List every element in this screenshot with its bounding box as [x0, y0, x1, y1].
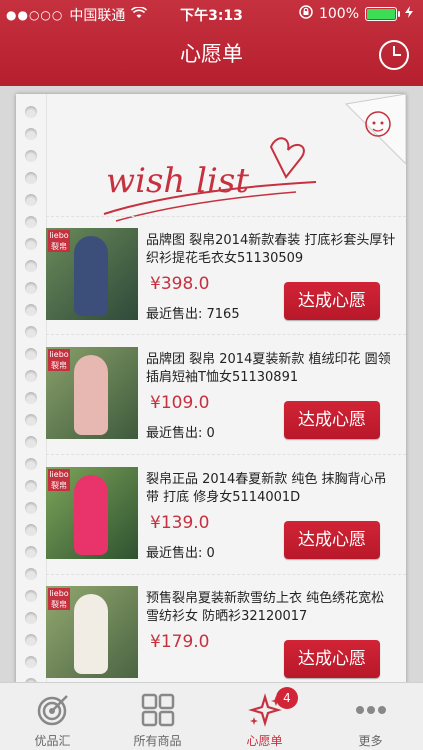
battery-icon: [365, 7, 400, 21]
page-title: 心愿单: [180, 42, 243, 66]
product-figure: [74, 594, 108, 674]
tab-youpinhui[interactable]: 优品汇: [0, 683, 105, 750]
brand-badge: liebo 裂帛: [48, 588, 70, 610]
item-separator: [46, 574, 406, 575]
brand-badge: liebo 裂帛: [48, 349, 70, 371]
fulfill-wish-button[interactable]: 达成心愿: [284, 282, 380, 320]
tab-label: 更多: [358, 734, 383, 748]
status-bar: ●●○○○ 中国联通 下午3:13 100%: [0, 0, 423, 28]
fulfill-wish-button[interactable]: 达成心愿: [284, 401, 380, 439]
wish-item[interactable]: liebo 裂帛 品牌团 裂帛 2014夏装新款 植绒印花 圆领插肩短袖T恤女51…: [46, 347, 406, 447]
product-image[interactable]: liebo 裂帛: [46, 347, 138, 439]
tab-label: 优品汇: [34, 734, 71, 748]
tab-wishlist[interactable]: 4 心愿单: [212, 683, 317, 750]
product-price: ¥179.0: [150, 632, 210, 652]
wish-item[interactable]: liebo 裂帛 品牌图 裂帛2014新款春装 打底衫套头厚针织衫提花毛衣女511…: [46, 228, 406, 328]
wish-item[interactable]: liebo 裂帛 裂帛正品 2014春夏新款 纯色 抹胸背心吊带 打底 修身女51…: [46, 467, 406, 567]
lock-rotation-icon: [299, 5, 313, 23]
item-separator: [46, 216, 406, 217]
fulfill-wish-button[interactable]: 达成心愿: [284, 521, 380, 559]
product-price: ¥109.0: [150, 393, 210, 413]
svg-text:wish list: wish list: [106, 161, 249, 201]
tab-label: 所有商品: [133, 734, 182, 748]
fulfill-wish-button[interactable]: 达成心愿: [284, 640, 380, 678]
target-icon: [37, 695, 68, 726]
product-figure: [74, 475, 108, 555]
tab-bar: 优品汇 所有商品 4 心愿单 更多: [0, 682, 423, 750]
product-title[interactable]: 品牌图 裂帛2014新款春装 打底衫套头厚针织衫提花毛衣女51130509: [146, 232, 396, 268]
brand-badge: liebo 裂帛: [48, 230, 70, 252]
brand-badge: liebo 裂帛: [48, 469, 70, 491]
recent-sales: 最近售出: 0: [146, 426, 215, 441]
tab-all-products[interactable]: 所有商品: [105, 683, 210, 750]
status-right: 100%: [299, 5, 415, 23]
product-title[interactable]: 品牌团 裂帛 2014夏装新款 植绒印花 圆领插肩短袖T恤女51130891: [146, 351, 396, 387]
notebook-holes: [16, 94, 46, 694]
doodle-face-icon: [344, 94, 406, 164]
product-title[interactable]: 裂帛正品 2014春夏新款 纯色 抹胸背心吊带 打底 修身女5114001D: [146, 471, 396, 507]
product-figure: [74, 236, 108, 316]
wish-item[interactable]: liebo 裂帛 预售裂帛夏装新款雪纺上衣 纯色绣花宽松雪纺衫女 防晒衫32120…: [46, 586, 406, 686]
header: ●●○○○ 中国联通 下午3:13 100% 心愿单: [0, 0, 423, 86]
charging-icon: [403, 6, 415, 22]
history-clock-icon[interactable]: [379, 40, 409, 70]
product-price: ¥398.0: [150, 274, 210, 294]
product-image[interactable]: liebo 裂帛: [46, 586, 138, 678]
product-image[interactable]: liebo 裂帛: [46, 467, 138, 559]
wish-list-paper: wish list liebo 裂帛 品牌图 裂帛2014新款春装 打底衫套头厚针…: [16, 94, 406, 694]
grid-icon: [141, 693, 175, 727]
product-image[interactable]: liebo 裂帛: [46, 228, 138, 320]
item-separator: [46, 454, 406, 455]
product-price: ¥139.0: [150, 513, 210, 533]
product-title[interactable]: 预售裂帛夏装新款雪纺上衣 纯色绣花宽松雪纺衫女 防晒衫32120017: [146, 590, 396, 626]
tab-label: 心愿单: [246, 734, 283, 748]
product-figure: [74, 355, 108, 435]
more-icon: [356, 706, 386, 714]
recent-sales: 最近售出: 7165: [146, 307, 240, 322]
item-separator: [46, 334, 406, 335]
wishlist-count-badge: 4: [276, 687, 298, 709]
recent-sales: 最近售出: 0: [146, 546, 215, 561]
tab-more[interactable]: 更多: [318, 683, 423, 750]
battery-percent: 100%: [318, 6, 359, 22]
